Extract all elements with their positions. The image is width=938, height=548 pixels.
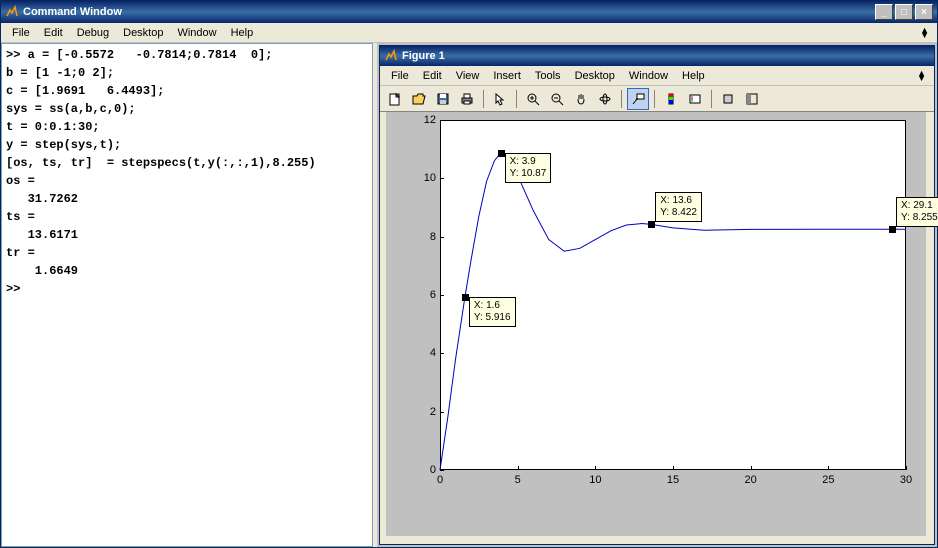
fig-menu-help[interactable]: Help [675,68,712,84]
window-controls: _ □ × [875,4,933,20]
hide-tools-icon[interactable] [717,88,739,110]
toolbar-separator [516,90,517,108]
new-figure-icon[interactable] [384,88,406,110]
datatip-x: X: 13.6 [660,195,692,206]
figure-container: Figure 1 File Edit View Insert Tools Des… [373,43,937,547]
toolbar-separator [654,90,655,108]
figure-title: Figure 1 [402,50,445,62]
data-point-marker[interactable] [889,226,896,233]
minimize-button[interactable]: _ [875,4,893,20]
legend-icon[interactable] [684,88,706,110]
colorbar-icon[interactable] [660,88,682,110]
data-tip[interactable]: X: 1.6Y: 5.916 [469,297,516,327]
open-icon[interactable] [408,88,430,110]
command-window-titlebar: Command Window _ □ × [1,1,937,23]
menu-edit[interactable]: Edit [37,25,70,41]
datatip-y: Y: 5.916 [474,312,511,323]
toolbar-separator [711,90,712,108]
fig-menu-window[interactable]: Window [622,68,675,84]
menu-debug[interactable]: Debug [70,25,116,41]
pan-icon[interactable] [570,88,592,110]
menu-expand-icon[interactable]: ▲▼ [916,28,933,38]
fig-menu-file[interactable]: File [384,68,416,84]
data-cursor-icon[interactable] [627,88,649,110]
dock-icon[interactable] [741,88,763,110]
cursor-icon[interactable] [489,88,511,110]
toolbar-separator [483,90,484,108]
datatip-x: X: 29.1 [901,200,933,211]
data-tip[interactable]: X: 13.6Y: 8.422 [655,192,702,222]
data-point-marker[interactable] [648,221,655,228]
toolbar-separator [621,90,622,108]
figure-menubar: File Edit View Insert Tools Desktop Wind… [380,66,934,86]
figure-window: Figure 1 File Edit View Insert Tools Des… [379,45,935,545]
menu-window[interactable]: Window [170,25,223,41]
plot-overlay: 024681012051015202530X: 1.6Y: 5.916X: 3.… [386,112,926,536]
plot-area: 024681012051015202530X: 1.6Y: 5.916X: 3.… [386,112,926,536]
print-icon[interactable] [456,88,478,110]
datatip-x: X: 1.6 [474,300,500,311]
datatip-x: X: 3.9 [510,156,536,167]
save-icon[interactable] [432,88,454,110]
menu-help[interactable]: Help [224,25,261,41]
rotate-icon[interactable] [594,88,616,110]
main-splitter: >> a = [-0.5572 -0.7814;0.7814 0]; b = [… [1,43,937,547]
zoom-in-icon[interactable] [522,88,544,110]
fig-menu-edit[interactable]: Edit [416,68,449,84]
command-menubar: File Edit Debug Desktop Window Help ▲▼ [1,23,937,43]
datatip-y: Y: 10.87 [510,168,547,179]
figure-titlebar: Figure 1 [380,46,934,66]
command-window: Command Window _ □ × File Edit Debug Des… [0,0,938,548]
matlab-icon [5,5,19,19]
fig-menu-view[interactable]: View [449,68,487,84]
command-output: >> a = [-0.5572 -0.7814;0.7814 0]; b = [… [2,44,372,300]
data-point-marker[interactable] [462,294,469,301]
zoom-out-icon[interactable] [546,88,568,110]
matlab-icon [384,49,398,63]
menu-file[interactable]: File [5,25,37,41]
datatip-y: Y: 8.255 [901,212,938,223]
command-text-area[interactable]: >> a = [-0.5572 -0.7814;0.7814 0]; b = [… [1,43,373,547]
data-tip[interactable]: X: 29.1Y: 8.255 [896,197,938,227]
close-button[interactable]: × [915,4,933,20]
menu-expand-icon[interactable]: ▲▼ [913,71,930,81]
data-point-marker[interactable] [498,150,505,157]
command-window-title: Command Window [23,6,122,18]
fig-menu-desktop[interactable]: Desktop [568,68,622,84]
menu-desktop[interactable]: Desktop [116,25,170,41]
maximize-button[interactable]: □ [895,4,913,20]
fig-menu-insert[interactable]: Insert [486,68,528,84]
data-tip[interactable]: X: 3.9Y: 10.87 [505,153,552,183]
fig-menu-tools[interactable]: Tools [528,68,568,84]
datatip-y: Y: 8.422 [660,207,697,218]
figure-toolbar [380,86,934,112]
